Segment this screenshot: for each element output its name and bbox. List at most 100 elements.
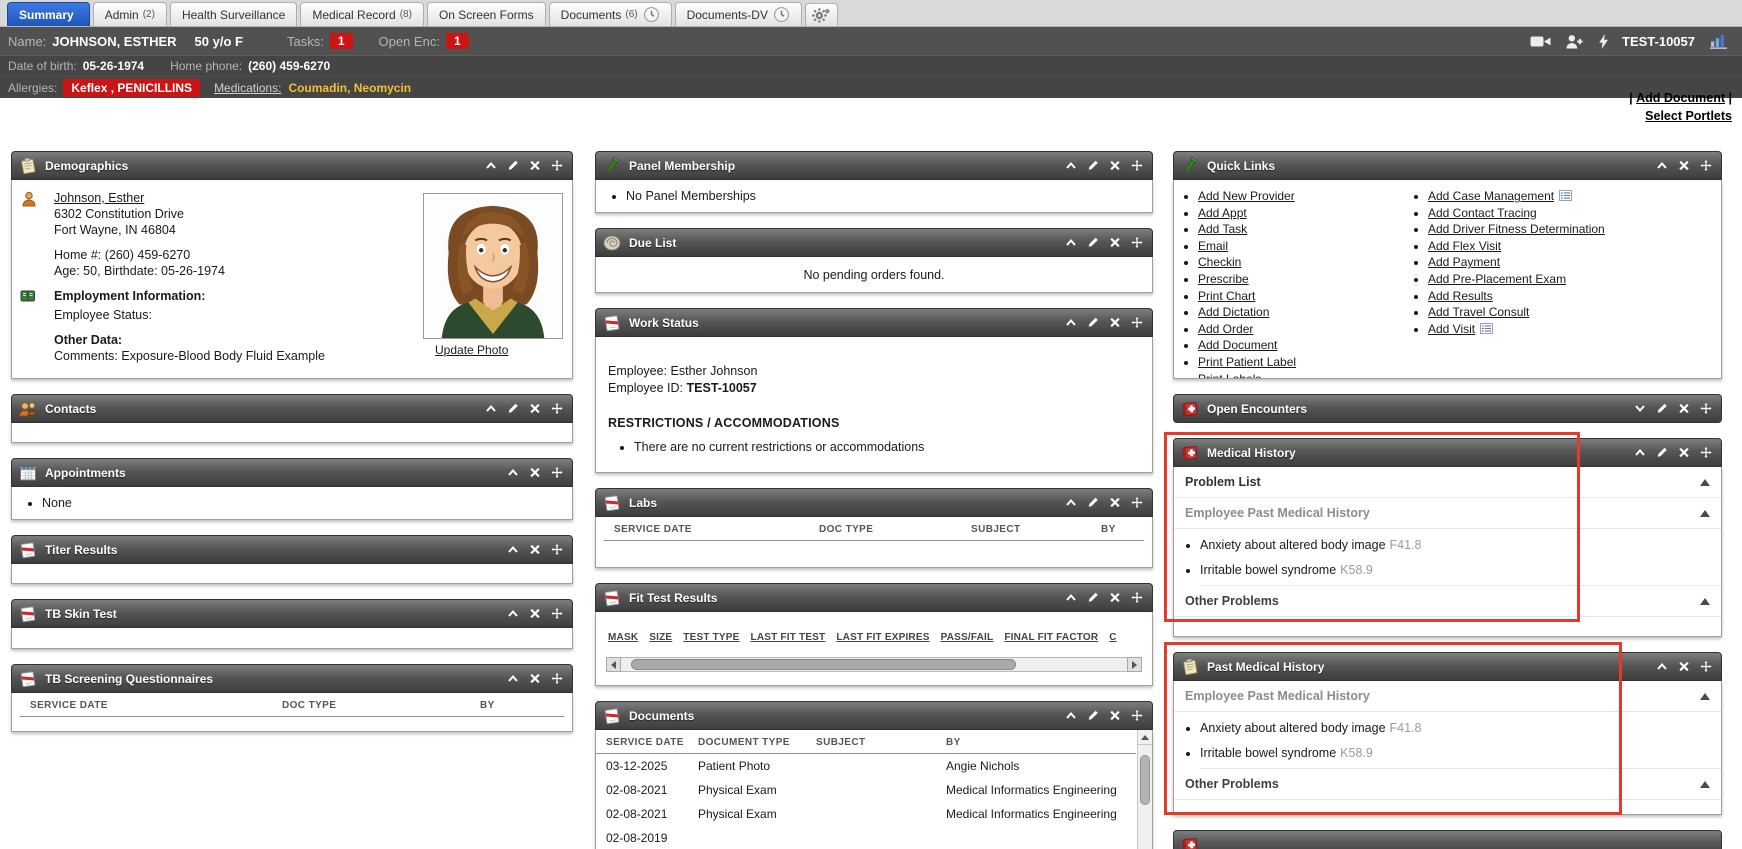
edit-icon[interactable] [507,403,519,414]
close-icon[interactable] [529,544,541,555]
collapse-triangle-icon[interactable] [1700,781,1710,788]
close-icon[interactable] [529,673,541,684]
quick-link-add-driver-fitness[interactable]: Add Driver Fitness Determination [1428,222,1605,236]
column-header[interactable]: BY [480,700,554,711]
collapse-icon[interactable] [1065,710,1077,721]
document-row[interactable]: 02-08-2019 [596,826,1136,849]
documents-header[interactable]: Documents [595,701,1153,730]
move-icon[interactable] [551,608,563,619]
quick-link-print-patient-label[interactable]: Print Patient Label [1198,355,1296,369]
column-header[interactable]: MASK [608,632,638,643]
collapse-icon[interactable] [1065,592,1077,603]
fit-test-header[interactable]: Fit Test Results [595,583,1153,612]
column-header[interactable]: C [1109,632,1116,643]
move-icon[interactable] [1131,592,1143,603]
titer-results-header[interactable]: Titer Results [11,535,573,564]
close-icon[interactable] [1109,317,1121,328]
partial-portlet-header[interactable] [1173,830,1722,849]
quick-link-add-dictation[interactable]: Add Dictation [1198,305,1269,319]
close-icon[interactable] [529,608,541,619]
quick-link-print-chart[interactable]: Print Chart [1198,289,1255,303]
column-header[interactable]: BY [946,737,1126,748]
scrollbar-thumb[interactable] [1140,755,1150,805]
edit-icon[interactable] [1087,710,1099,721]
collapse-icon[interactable] [1065,160,1077,171]
collapse-icon[interactable] [485,160,497,171]
collapse-icon[interactable] [1634,447,1646,458]
column-header[interactable]: DOC TYPE [819,524,971,535]
open-enc-count-badge[interactable]: 1 [446,33,469,49]
scroll-left-button[interactable] [606,657,621,672]
quick-links-header[interactable]: Quick Links [1173,151,1722,180]
collapse-icon[interactable] [485,403,497,414]
select-portlets-link[interactable]: Select Portlets [1645,109,1732,123]
close-icon[interactable] [1109,160,1121,171]
quick-link-add-task[interactable]: Add Task [1198,222,1247,236]
close-icon[interactable] [529,160,541,171]
quick-link-add-contact-tracing[interactable]: Add Contact Tracing [1428,206,1537,220]
collapse-icon[interactable] [507,608,519,619]
collapse-icon[interactable] [1656,661,1668,672]
scroll-up-button[interactable] [1138,730,1152,745]
labs-header[interactable]: Labs [595,488,1153,517]
list-small-icon[interactable] [1558,190,1573,201]
document-row[interactable]: 03-12-2025 Patient Photo Angie Nichols [596,754,1136,778]
move-icon[interactable] [551,467,563,478]
move-icon[interactable] [551,403,563,414]
move-icon[interactable] [551,673,563,684]
scroll-right-button[interactable] [1127,657,1142,672]
quick-link-checkin[interactable]: Checkin [1198,255,1241,269]
column-header[interactable]: SUBJECT [816,737,946,748]
move-icon[interactable] [1700,160,1712,171]
collapse-icon[interactable] [507,544,519,555]
column-header[interactable]: LAST FIT TEST [751,632,826,643]
close-icon[interactable] [529,467,541,478]
expand-icon[interactable] [1634,403,1646,414]
quick-link-prescribe[interactable]: Prescribe [1198,272,1249,286]
column-header[interactable]: BY [1101,524,1134,535]
allergies-badge[interactable]: Keflex , PENICILLINS [63,79,200,97]
list-small-icon[interactable] [1479,323,1494,334]
quick-link-add-order[interactable]: Add Order [1198,322,1253,336]
edit-icon[interactable] [507,160,519,171]
demographics-header[interactable]: Demographics [11,151,573,180]
edit-icon[interactable] [1087,497,1099,508]
documents-dv-status-icon[interactable] [773,6,790,23]
quick-link-add-document[interactable]: Add Document [1198,338,1277,352]
medications-link[interactable]: Medications: [214,81,281,95]
quick-link-add-travel-consult[interactable]: Add Travel Consult [1428,305,1529,319]
quick-link-add-flex-visit[interactable]: Add Flex Visit [1428,239,1501,253]
column-header[interactable]: PASS/FAIL [941,632,994,643]
edit-icon[interactable] [1087,237,1099,248]
due-list-header[interactable]: Due List [595,228,1153,257]
move-icon[interactable] [1131,317,1143,328]
fit-test-horizontal-scrollbar[interactable] [606,657,1142,672]
tab-settings-gear[interactable] [805,3,838,26]
tb-screening-header[interactable]: TB Screening Questionnaires [11,664,573,693]
collapse-icon[interactable] [1065,317,1077,328]
move-icon[interactable] [551,160,563,171]
tab-admin[interactable]: Admin(2) [93,2,167,26]
quick-link-add-payment[interactable]: Add Payment [1428,255,1500,269]
close-icon[interactable] [1678,160,1690,171]
quick-link-add-results[interactable]: Add Results [1428,289,1493,303]
bar-chart-icon[interactable] [1708,34,1729,49]
quick-link-add-visit[interactable]: Add Visit [1428,322,1475,336]
collapse-icon[interactable] [1065,497,1077,508]
edit-icon[interactable] [1087,592,1099,603]
scrollbar-thumb[interactable] [631,659,1016,670]
close-icon[interactable] [1109,237,1121,248]
patient-name-link[interactable]: Johnson, Esther [54,191,144,205]
quick-link-add-case-management[interactable]: Add Case Management [1428,189,1554,203]
close-icon[interactable] [1678,447,1690,458]
collapse-triangle-icon[interactable] [1700,693,1710,700]
column-header[interactable]: TEST TYPE [683,632,739,643]
column-header[interactable]: SUBJECT [971,524,1101,535]
column-header[interactable]: SERVICE DATE [606,737,698,748]
collapse-icon[interactable] [1065,237,1077,248]
collapse-triangle-icon[interactable] [1700,510,1710,517]
move-icon[interactable] [1700,403,1712,414]
document-row[interactable]: 02-08-2021 Physical Exam Medical Informa… [596,802,1136,826]
scrollbar-track[interactable] [621,657,1127,672]
column-header[interactable]: DOCUMENT TYPE [698,737,816,748]
